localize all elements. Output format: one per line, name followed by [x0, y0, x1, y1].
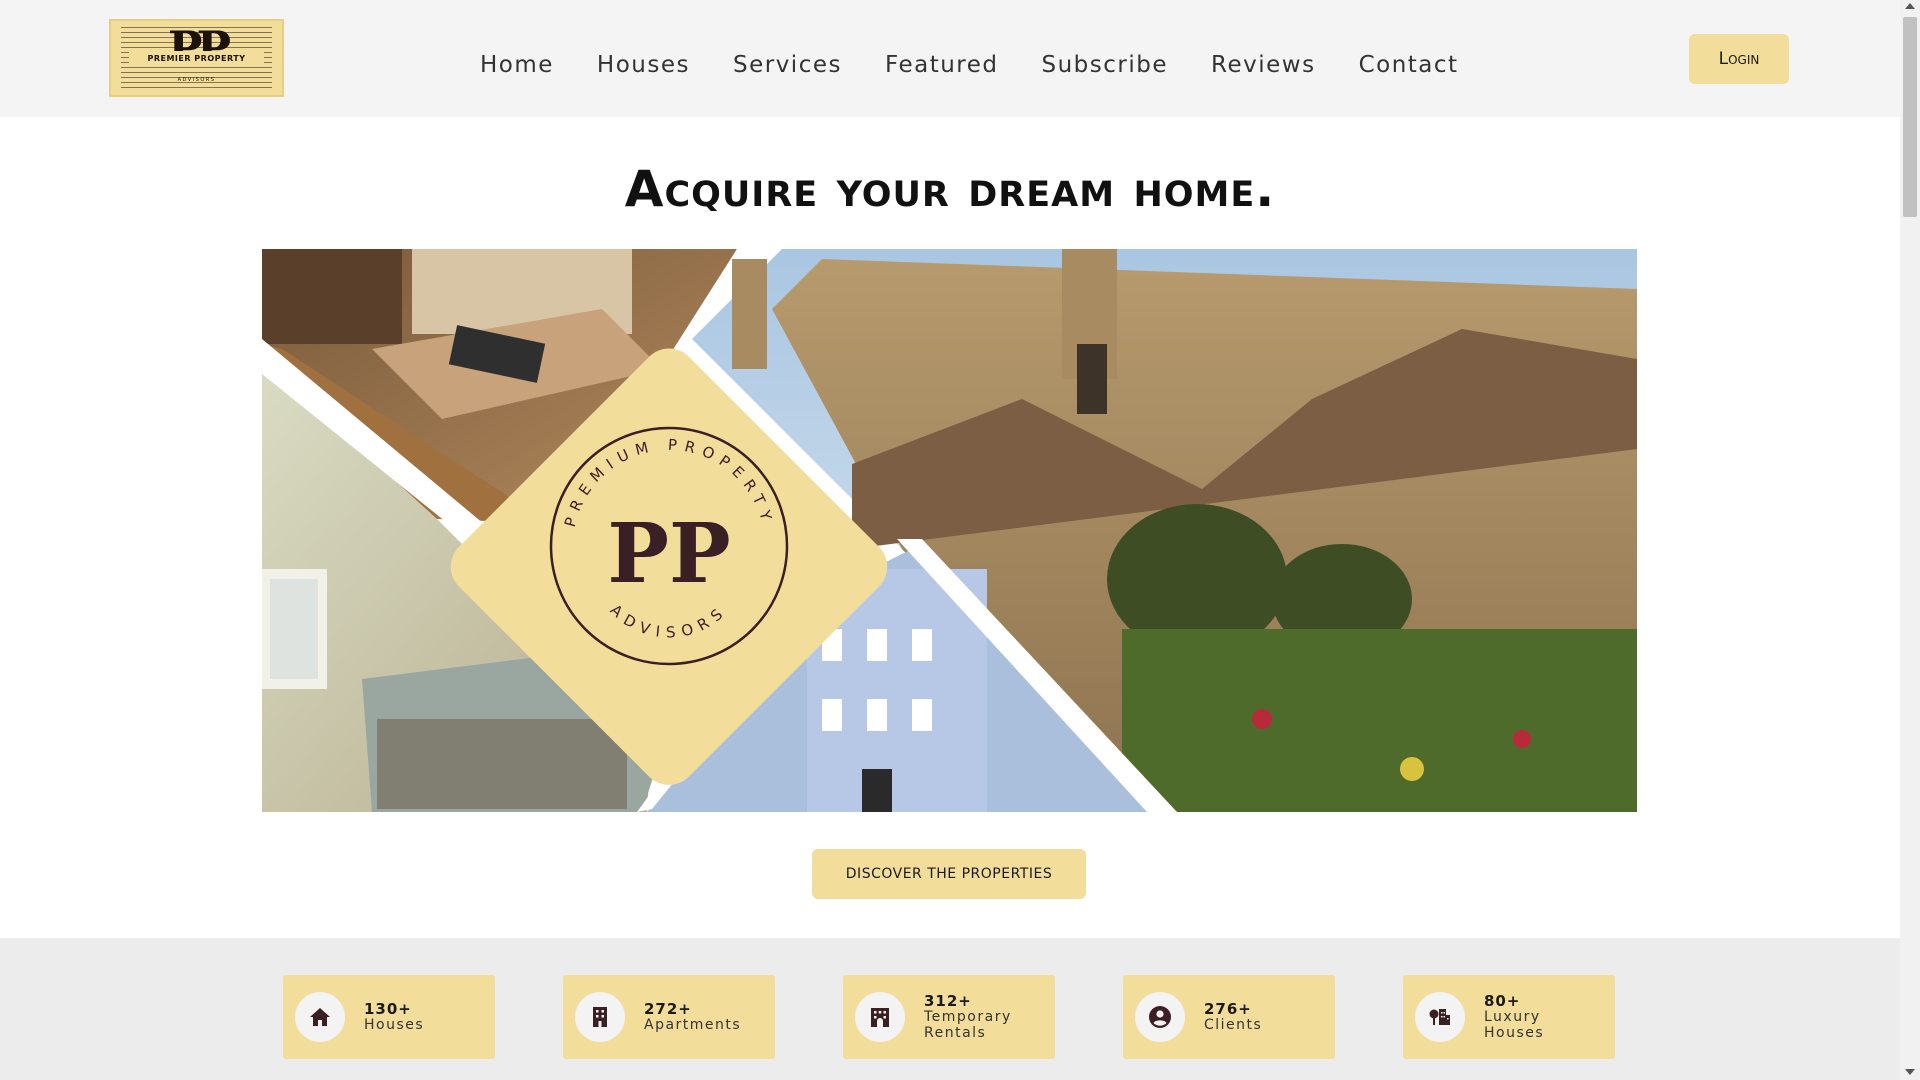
- stat-card-temporary-rentals: 312+ Temporary Rentals: [843, 975, 1055, 1059]
- hotel-building-icon: [855, 992, 905, 1042]
- nav-link-houses[interactable]: Houses: [597, 52, 690, 78]
- stat-card-houses: 130+ Houses: [283, 975, 495, 1059]
- stat-value: 80+: [1484, 992, 1521, 1010]
- city-tree-icon: [1415, 992, 1465, 1042]
- user-circle-icon: [1135, 992, 1185, 1042]
- hero-title: Acquire your dream home.: [624, 160, 1276, 218]
- page-scrollbar[interactable]: [1900, 0, 1920, 1080]
- nav-link-contact[interactable]: Contact: [1359, 52, 1459, 78]
- stat-label: Luxury Houses: [1484, 1009, 1545, 1041]
- scrollbar-thumb[interactable]: [1903, 17, 1917, 217]
- top-navbar: PP PREMIER PROPERTY ADVISORS Home Houses…: [0, 0, 1900, 117]
- stat-value: 272+: [644, 1000, 692, 1018]
- stat-card-apartments: 272+ Apartments: [563, 975, 775, 1059]
- logo-subtitle: ADVISORS: [177, 77, 216, 83]
- stat-label: Clients: [1204, 1017, 1263, 1033]
- nav-link-services[interactable]: Services: [733, 52, 842, 78]
- main-nav: Home Houses Services Featured Subscribe …: [480, 52, 1502, 78]
- stat-label: Apartments: [644, 1017, 742, 1033]
- stat-label: Houses: [364, 1017, 425, 1033]
- badge-monogram: PP: [607, 506, 730, 602]
- discover-properties-button[interactable]: DISCOVER THE PROPERTIES: [812, 849, 1086, 899]
- stat-card-luxury-houses: 80+ Luxury Houses: [1403, 975, 1615, 1059]
- apartment-building-icon: [575, 992, 625, 1042]
- login-button[interactable]: Login: [1689, 34, 1789, 84]
- hero-collage: PREMIUM PROPERTY ADVISORS PP: [262, 249, 1637, 812]
- stat-label: Temporary Rentals: [924, 1009, 1012, 1041]
- nav-link-subscribe[interactable]: Subscribe: [1042, 52, 1169, 78]
- scroll-down-arrow-icon[interactable]: [1905, 1069, 1915, 1075]
- stat-card-clients: 276+ Clients: [1123, 975, 1335, 1059]
- stat-value: 276+: [1204, 1000, 1252, 1018]
- nav-link-reviews[interactable]: Reviews: [1211, 52, 1316, 78]
- house-icon: [295, 992, 345, 1042]
- nav-link-featured[interactable]: Featured: [885, 52, 999, 78]
- stat-value: 312+: [924, 992, 972, 1010]
- logo-name: PREMIER PROPERTY: [129, 51, 264, 67]
- stats-section: 130+ Houses 272+ Apartments 312+ Tempora…: [0, 938, 1900, 1080]
- stat-value: 130+: [364, 1000, 412, 1018]
- brand-logo[interactable]: PP PREMIER PROPERTY ADVISORS: [109, 19, 284, 97]
- hero-collage-graphic: PREMIUM PROPERTY ADVISORS PP: [262, 249, 1637, 812]
- nav-link-home[interactable]: Home: [480, 52, 554, 78]
- scroll-up-arrow-icon[interactable]: [1905, 3, 1915, 9]
